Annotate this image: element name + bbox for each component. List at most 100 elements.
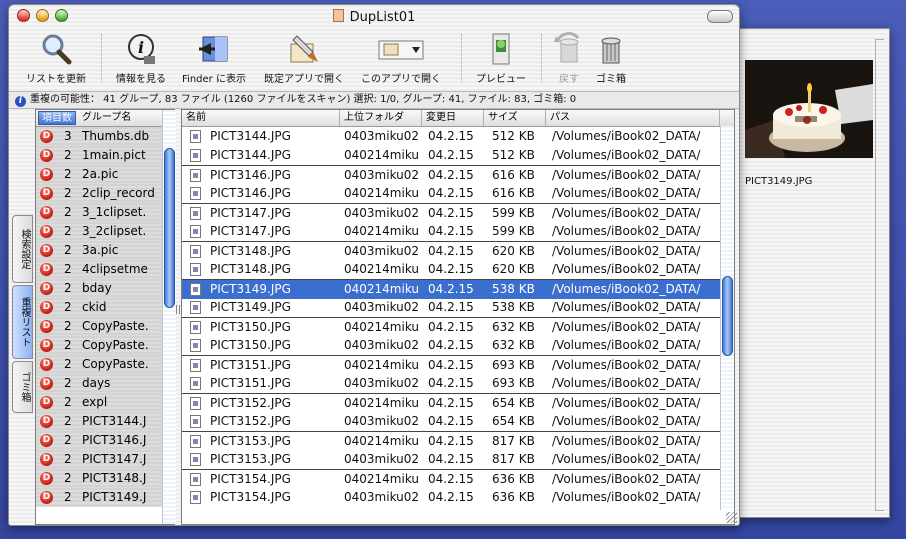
file-name: PICT3144.JPG — [210, 148, 291, 162]
preview-icon — [484, 32, 518, 66]
file-folder: 040214miku — [344, 434, 420, 448]
group-row[interactable]: D 2 PICT3148.J — [36, 469, 162, 489]
file-row[interactable]: PICT3149.JPG 0403miku02 04.2.15 538 KB/Volu… — [182, 298, 720, 317]
file-row[interactable]: PICT3148.JPG 0403miku02 04.2.15 620 KB/Volu… — [182, 241, 720, 261]
default-app-label: 既定アプリで開く — [264, 74, 344, 85]
tab-trash[interactable]: ゴミ箱 — [12, 361, 33, 413]
group-row[interactable]: D 2 PICT3149.J — [36, 488, 162, 508]
jpeg-file-icon — [190, 187, 201, 200]
group-row[interactable]: D 2 3_1clipset. — [36, 203, 162, 223]
refresh-list-button[interactable]: リストを更新 — [21, 32, 91, 85]
open-default-app-button[interactable]: 既定アプリで開く — [257, 32, 351, 85]
group-row[interactable]: D 2 CopyPaste. — [36, 336, 162, 356]
file-row[interactable]: PICT3151.JPG 0403miku02 04.2.15 693 KB/Volu… — [182, 374, 720, 393]
group-row[interactable]: D 2 CopyPaste. — [36, 355, 162, 375]
file-row[interactable]: PICT3152.JPG 040214miku 04.2.15 654 KB/Volu… — [182, 393, 720, 413]
tab-duplicate-list[interactable]: 重複リスト — [12, 285, 33, 359]
group-row[interactable]: D 2 PICT3144.J — [36, 412, 162, 432]
file-row[interactable]: PICT3146.JPG 040214miku 04.2.15 616 KB/Volu… — [182, 184, 720, 203]
jpeg-file-icon — [190, 473, 201, 486]
preview-button[interactable]: プレビュー — [469, 32, 533, 85]
group-count: 2 — [64, 319, 72, 333]
file-path: /Volumes/iBook02_DATA/ — [552, 338, 701, 352]
tab-search-settings[interactable]: 検索設定 — [12, 215, 33, 283]
group-count: 2 — [64, 167, 72, 181]
group-count: 2 — [64, 433, 72, 447]
file-folder: 040214miku — [344, 320, 420, 334]
group-count: 2 — [64, 300, 72, 314]
file-row[interactable]: PICT3147.JPG 0403miku02 04.2.15 599 KB/Volu… — [182, 203, 720, 223]
file-row[interactable]: PICT3148.JPG 040214miku 04.2.15 620 KB/Volu… — [182, 260, 720, 279]
group-row[interactable]: D 2 PICT3146.J — [36, 431, 162, 451]
jpeg-file-icon — [190, 435, 201, 448]
group-name: PICT3148.J — [82, 471, 147, 485]
group-row[interactable]: D 2 3a.pic — [36, 241, 162, 261]
file-folder: 040214miku — [344, 472, 420, 486]
file-path: /Volumes/iBook02_DATA/ — [552, 320, 701, 334]
column-header-name[interactable]: 名前 — [182, 110, 340, 126]
group-row[interactable]: D 3 Thumbs.db — [36, 127, 162, 147]
file-path: /Volumes/iBook02_DATA/ — [552, 282, 701, 296]
jpeg-file-icon — [190, 339, 201, 352]
jpeg-file-icon — [190, 397, 201, 410]
open-with-this-app-button[interactable]: このアプリで開く — [355, 32, 447, 85]
file-row[interactable]: PICT3147.JPG 040214miku 04.2.15 599 KB/Volu… — [182, 222, 720, 241]
jpeg-file-icon — [190, 263, 201, 276]
file-name: PICT3151.JPG — [210, 376, 291, 390]
group-count: 2 — [64, 490, 72, 504]
column-header-count[interactable]: 項目数 — [38, 111, 76, 125]
preview-image — [745, 60, 873, 158]
file-row[interactable]: PICT3150.JPG 0403miku02 04.2.15 632 KB/Volu… — [182, 336, 720, 355]
column-header-size[interactable]: サイズ — [484, 110, 546, 126]
file-table-scrollbar[interactable] — [720, 126, 734, 510]
group-row[interactable]: D 2 2clip_record — [36, 184, 162, 204]
file-size: 636 KB — [492, 472, 535, 486]
file-row[interactable]: PICT3153.JPG 0403miku02 04.2.15 817 KB/Volu… — [182, 450, 720, 469]
column-header-date[interactable]: 変更日 — [422, 110, 484, 126]
group-row[interactable]: D 2 4clipsetme — [36, 260, 162, 280]
group-row[interactable]: D 2 1main.pict — [36, 146, 162, 166]
toolbar-toggle-button[interactable] — [707, 10, 733, 23]
undo-button[interactable]: 戻す — [549, 32, 589, 85]
trash-button[interactable]: ゴミ箱 — [591, 32, 631, 85]
file-name: PICT3148.JPG — [210, 244, 291, 258]
file-row[interactable]: PICT3154.JPG 040214miku 04.2.15 636 KB/Volu… — [182, 469, 720, 489]
file-date: 04.2.15 — [428, 129, 474, 143]
group-row[interactable]: D 2 CopyPaste. — [36, 317, 162, 337]
column-header-folder[interactable]: 上位フォルダ — [340, 110, 422, 126]
group-row[interactable]: D 2 PICT3147.J — [36, 450, 162, 470]
file-row[interactable]: PICT3153.JPG 040214miku 04.2.15 817 KB/Volu… — [182, 431, 720, 451]
file-row[interactable]: PICT3154.JPG 0403miku02 04.2.15 636 KB/Volu… — [182, 488, 720, 507]
duplicate-badge-icon: D — [40, 282, 53, 295]
file-row[interactable]: PICT3149.JPG 040214miku 04.2.15 538 KB/Volu… — [182, 279, 720, 299]
file-row[interactable]: PICT3151.JPG 040214miku 04.2.15 693 KB/Volu… — [182, 355, 720, 375]
resize-grip[interactable] — [726, 512, 737, 523]
group-row[interactable]: D 2 expl — [36, 393, 162, 413]
file-row[interactable]: PICT3146.JPG 0403miku02 04.2.15 616 KB/Volu… — [182, 165, 720, 185]
group-row[interactable]: D 2 bday — [36, 279, 162, 299]
file-folder: 040214miku — [344, 396, 420, 410]
file-size: 636 KB — [492, 490, 535, 504]
group-list-scroll-thumb[interactable] — [164, 148, 175, 308]
group-row[interactable]: D 2 2a.pic — [36, 165, 162, 185]
info-label: 情報を見る — [116, 74, 166, 85]
file-row[interactable]: PICT3152.JPG 0403miku02 04.2.15 654 KB/Volu… — [182, 412, 720, 431]
group-count: 2 — [64, 338, 72, 352]
group-row[interactable]: D 2 days — [36, 374, 162, 394]
group-row[interactable]: D 2 3_2clipset. — [36, 222, 162, 242]
column-header-group-name[interactable]: グループ名 — [82, 110, 131, 126]
group-row[interactable]: D 2 ckid — [36, 298, 162, 318]
duplicate-badge-icon: D — [40, 187, 53, 200]
group-list-scrollbar[interactable] — [162, 110, 176, 524]
duplicate-badge-icon: D — [40, 225, 53, 238]
file-row[interactable]: PICT3150.JPG 040214miku 04.2.15 632 KB/Volu… — [182, 317, 720, 337]
get-info-button[interactable]: i 情報を見る — [109, 32, 173, 85]
title-bar[interactable]: DupList01 — [9, 5, 739, 27]
file-table-scroll-thumb[interactable] — [722, 276, 733, 356]
file-path: /Volumes/iBook02_DATA/ — [552, 434, 701, 448]
file-row[interactable]: PICT3144.JPG 040214miku 04.2.15 512 KB/Volu… — [182, 146, 720, 165]
show-in-finder-button[interactable]: Finder に表示 — [177, 32, 251, 85]
column-header-path[interactable]: パス — [546, 110, 720, 126]
group-name: Thumbs.db — [82, 129, 150, 143]
file-row[interactable]: PICT3144.JPG 0403miku02 04.2.15 512 KB/Volu… — [182, 127, 720, 146]
